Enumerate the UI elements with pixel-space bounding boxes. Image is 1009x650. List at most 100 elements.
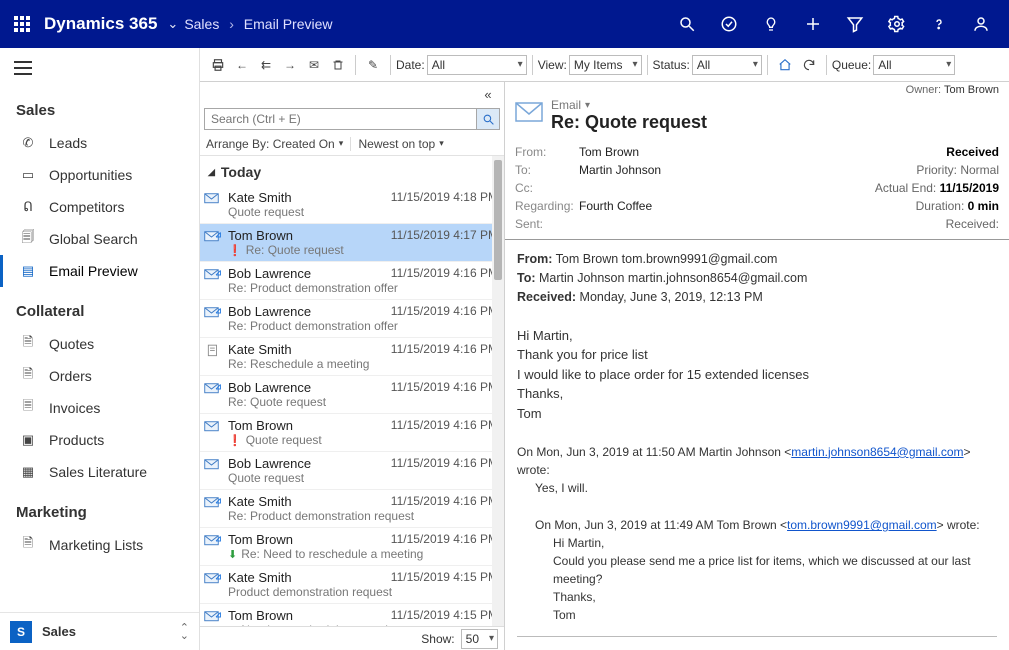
- people-icon: ᕠ: [19, 198, 37, 216]
- chevron-right-icon: ›: [229, 16, 234, 32]
- edit-button[interactable]: ✎: [362, 54, 384, 76]
- show-label: Show:: [421, 632, 454, 646]
- mail-icon: [204, 532, 222, 548]
- collapse-list-button[interactable]: «: [477, 83, 499, 105]
- email-row[interactable]: Tom Brown11/15/2019 4:15 PM⬇Need to resc…: [200, 604, 504, 626]
- row-subject: Re: Product demonstration request: [228, 509, 498, 523]
- lightbulb-icon[interactable]: [751, 0, 791, 48]
- owner-value: Tom Brown: [944, 84, 999, 96]
- mail-icon: [204, 304, 222, 320]
- nav-email-preview[interactable]: ▤Email Preview: [0, 255, 199, 287]
- status-filter-select[interactable]: All: [692, 55, 762, 75]
- row-date: 11/15/2019 4:16 PM: [391, 266, 498, 281]
- row-from: Tom Brown: [228, 532, 293, 547]
- owner-label: Owner:: [906, 84, 941, 96]
- email-row[interactable]: Kate Smith 11/15/2019 4:16 PMRe: Product …: [200, 490, 504, 528]
- refresh-button[interactable]: [798, 54, 820, 76]
- email-toolbar: ← ⇇ → ✉ ✎ Date: All View: My Items Statu…: [200, 48, 1009, 82]
- delete-button[interactable]: [327, 54, 349, 76]
- row-from: Kate Smith: [228, 494, 292, 509]
- search-icon[interactable]: [667, 0, 707, 48]
- email-row[interactable]: Tom Brown11/15/2019 4:16 PM⬇Re: Need to …: [200, 528, 504, 566]
- nav-leads[interactable]: ✆Leads: [0, 127, 199, 159]
- nav-quotes[interactable]: 🗎Quotes: [0, 328, 199, 360]
- row-date: 11/15/2019 4:16 PM: [391, 494, 498, 509]
- email-row[interactable]: Bob Lawrence11/15/2019 4:16 PMRe: Produc…: [200, 300, 504, 338]
- nav-invoices[interactable]: 🗏Invoices: [0, 392, 199, 424]
- email-row[interactable]: Kate Smith11/15/2019 4:15 PMProduct demo…: [200, 566, 504, 604]
- view-filter-select[interactable]: My Items: [569, 55, 642, 75]
- queue-filter-select[interactable]: All: [873, 55, 955, 75]
- mail-icon: [204, 228, 222, 244]
- row-date: 11/15/2019 4:16 PM: [391, 304, 498, 319]
- regarding-value[interactable]: Fourth Coffee: [579, 199, 849, 213]
- nav-marketing-lists[interactable]: 🗎Marketing Lists: [0, 529, 199, 561]
- mail-icon: [204, 570, 222, 586]
- task-icon[interactable]: [709, 0, 749, 48]
- gear-icon[interactable]: [877, 0, 917, 48]
- date-filter-select[interactable]: All: [427, 55, 527, 75]
- row-from: Bob Lawrence: [228, 266, 311, 281]
- print-button[interactable]: [207, 54, 229, 76]
- queue-filter-label: Queue:: [832, 58, 871, 72]
- row-subject: ⬇Need to reschedule a meeting: [228, 623, 498, 626]
- nav-collapse-button[interactable]: [0, 48, 199, 88]
- app-launcher-button[interactable]: [8, 10, 36, 38]
- email-row[interactable]: Bob Lawrence11/15/2019 4:16 PMRe: Quote …: [200, 376, 504, 414]
- arrange-by-button[interactable]: Arrange By: Created On▾: [206, 137, 346, 151]
- quoted-email-link[interactable]: tom.brown9991@gmail.com: [787, 518, 937, 532]
- crumb-page[interactable]: Email Preview: [244, 16, 333, 32]
- chevron-down-icon[interactable]: ▾: [585, 100, 590, 111]
- nav-competitors[interactable]: ᕠCompetitors: [0, 191, 199, 223]
- mail-icon: [204, 608, 222, 624]
- row-subject: ❗Re: Quote request: [228, 243, 498, 257]
- row-from: Tom Brown: [228, 228, 293, 243]
- quoted-email-link[interactable]: martin.johnson8654@gmail.com: [791, 445, 963, 459]
- folder-icon: ▭: [19, 166, 37, 184]
- row-date: 11/15/2019 4:16 PM: [391, 342, 498, 357]
- email-row[interactable]: Bob Lawrence11/15/2019 4:16 PMQuote requ…: [200, 452, 504, 490]
- email-row[interactable]: Kate Smith11/15/2019 4:16 PMRe: Reschedu…: [200, 338, 504, 376]
- search-input[interactable]: [204, 108, 476, 130]
- email-row[interactable]: Bob Lawrence 11/15/2019 4:16 PMRe: Produc…: [200, 262, 504, 300]
- forward-button[interactable]: →: [279, 54, 301, 76]
- row-subject: Quote request: [228, 471, 498, 485]
- help-icon[interactable]: [919, 0, 959, 48]
- page-size-select[interactable]: 50: [461, 629, 498, 649]
- chevron-down-icon[interactable]: ⌄: [167, 16, 178, 32]
- filter-icon[interactable]: [835, 0, 875, 48]
- mail-icon: [204, 494, 222, 510]
- search-button[interactable]: [476, 108, 500, 130]
- add-icon[interactable]: [793, 0, 833, 48]
- invoice-icon: 🗏: [19, 399, 37, 417]
- email-list-pane: « Arrange By: Created On▾ Newest on top▾…: [200, 82, 505, 650]
- account-icon[interactable]: [961, 0, 1001, 48]
- list-scrollbar[interactable]: [492, 156, 504, 626]
- row-subject: Re: Product demonstration offer: [228, 281, 498, 295]
- to-value: Martin Johnson: [579, 163, 849, 177]
- nav-products[interactable]: ▣Products: [0, 424, 199, 456]
- email-row[interactable]: Tom Brown11/15/2019 4:16 PM❗Quote reques…: [200, 414, 504, 452]
- home-button[interactable]: [774, 54, 796, 76]
- crumb-app[interactable]: Sales: [184, 16, 219, 32]
- email-row[interactable]: Tom Brown11/15/2019 4:17 PM❗Re: Quote re…: [200, 224, 504, 262]
- group-header-today[interactable]: ◢Today: [200, 156, 504, 186]
- email-header-fields: From:Tom BrownReceived To:Martin Johnson…: [505, 139, 1009, 240]
- cc-value: [579, 181, 849, 195]
- nav-global-search[interactable]: 🗐Global Search: [0, 223, 199, 255]
- record-type-label: Email: [551, 98, 581, 112]
- row-from: Bob Lawrence: [228, 304, 311, 319]
- nav-orders[interactable]: 🗎Orders: [0, 360, 199, 392]
- row-date: 11/15/2019 4:16 PM: [391, 418, 498, 433]
- nav-sales-literature[interactable]: ▦Sales Literature: [0, 456, 199, 488]
- phone-icon: ✆: [19, 134, 37, 152]
- email-row[interactable]: Kate Smith11/15/2019 4:18 PMQuote reques…: [200, 186, 504, 224]
- nav-opportunities[interactable]: ▭Opportunities: [0, 159, 199, 191]
- send-button[interactable]: ✉: [303, 54, 325, 76]
- area-switcher[interactable]: S Sales ⌃⌄: [0, 612, 199, 650]
- sort-order-button[interactable]: Newest on top▾: [350, 137, 499, 151]
- status-badge: Received: [946, 145, 999, 159]
- brand-label[interactable]: Dynamics 365: [44, 14, 157, 34]
- reply-all-button[interactable]: ⇇: [255, 54, 277, 76]
- back-button[interactable]: ←: [231, 54, 253, 76]
